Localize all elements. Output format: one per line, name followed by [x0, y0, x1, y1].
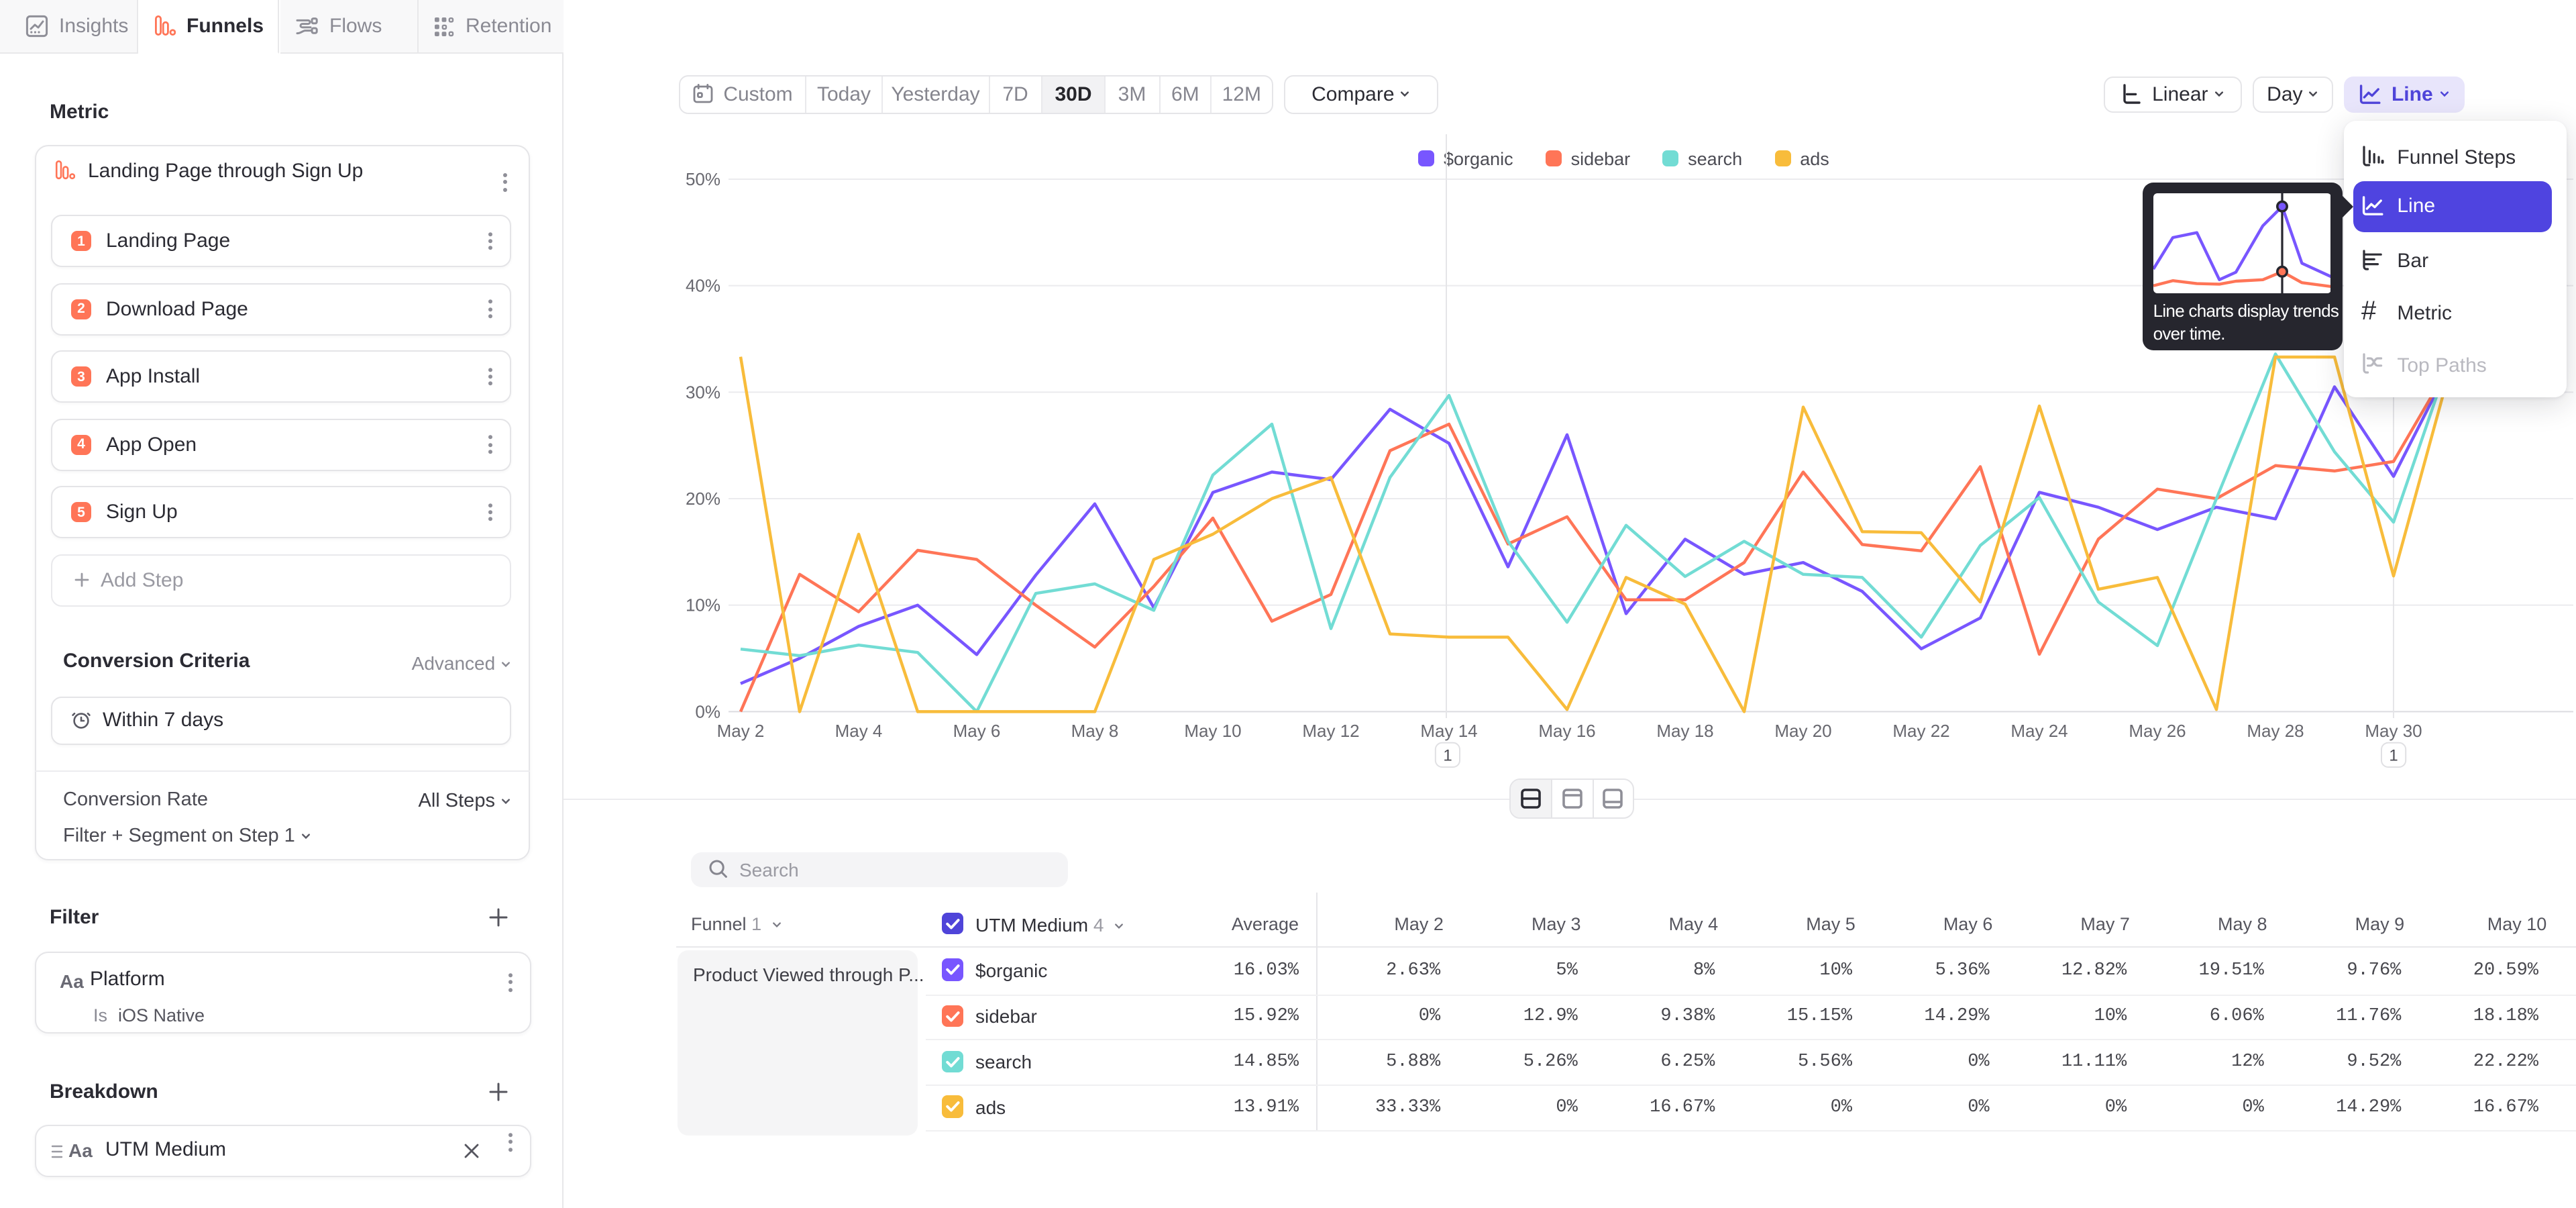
svg-text:May 6: May 6 [953, 721, 1001, 741]
svg-text:1: 1 [2389, 746, 2398, 764]
svg-text:May 20: May 20 [1774, 721, 1831, 741]
svg-text:May 30: May 30 [2365, 721, 2422, 741]
svg-text:May 2: May 2 [717, 721, 765, 741]
svg-text:May 16: May 16 [1538, 721, 1595, 741]
svg-text:30%: 30% [686, 382, 720, 402]
svg-text:May 22: May 22 [1892, 721, 1949, 741]
svg-text:May 18: May 18 [1656, 721, 1713, 741]
svg-text:May 10: May 10 [1184, 721, 1241, 741]
svg-text:1: 1 [1443, 746, 1452, 764]
svg-text:May 28: May 28 [2247, 721, 2304, 741]
svg-text:20%: 20% [686, 489, 720, 509]
svg-text:May 14: May 14 [1420, 721, 1477, 741]
svg-text:0%: 0% [695, 701, 720, 721]
svg-text:May 26: May 26 [2129, 721, 2186, 741]
svg-text:40%: 40% [686, 276, 720, 296]
svg-text:May 12: May 12 [1302, 721, 1359, 741]
svg-text:May 24: May 24 [2010, 721, 2068, 741]
svg-text:10%: 10% [686, 595, 720, 615]
svg-text:May 8: May 8 [1071, 721, 1119, 741]
svg-text:May 4: May 4 [835, 721, 883, 741]
svg-text:50%: 50% [686, 169, 720, 189]
